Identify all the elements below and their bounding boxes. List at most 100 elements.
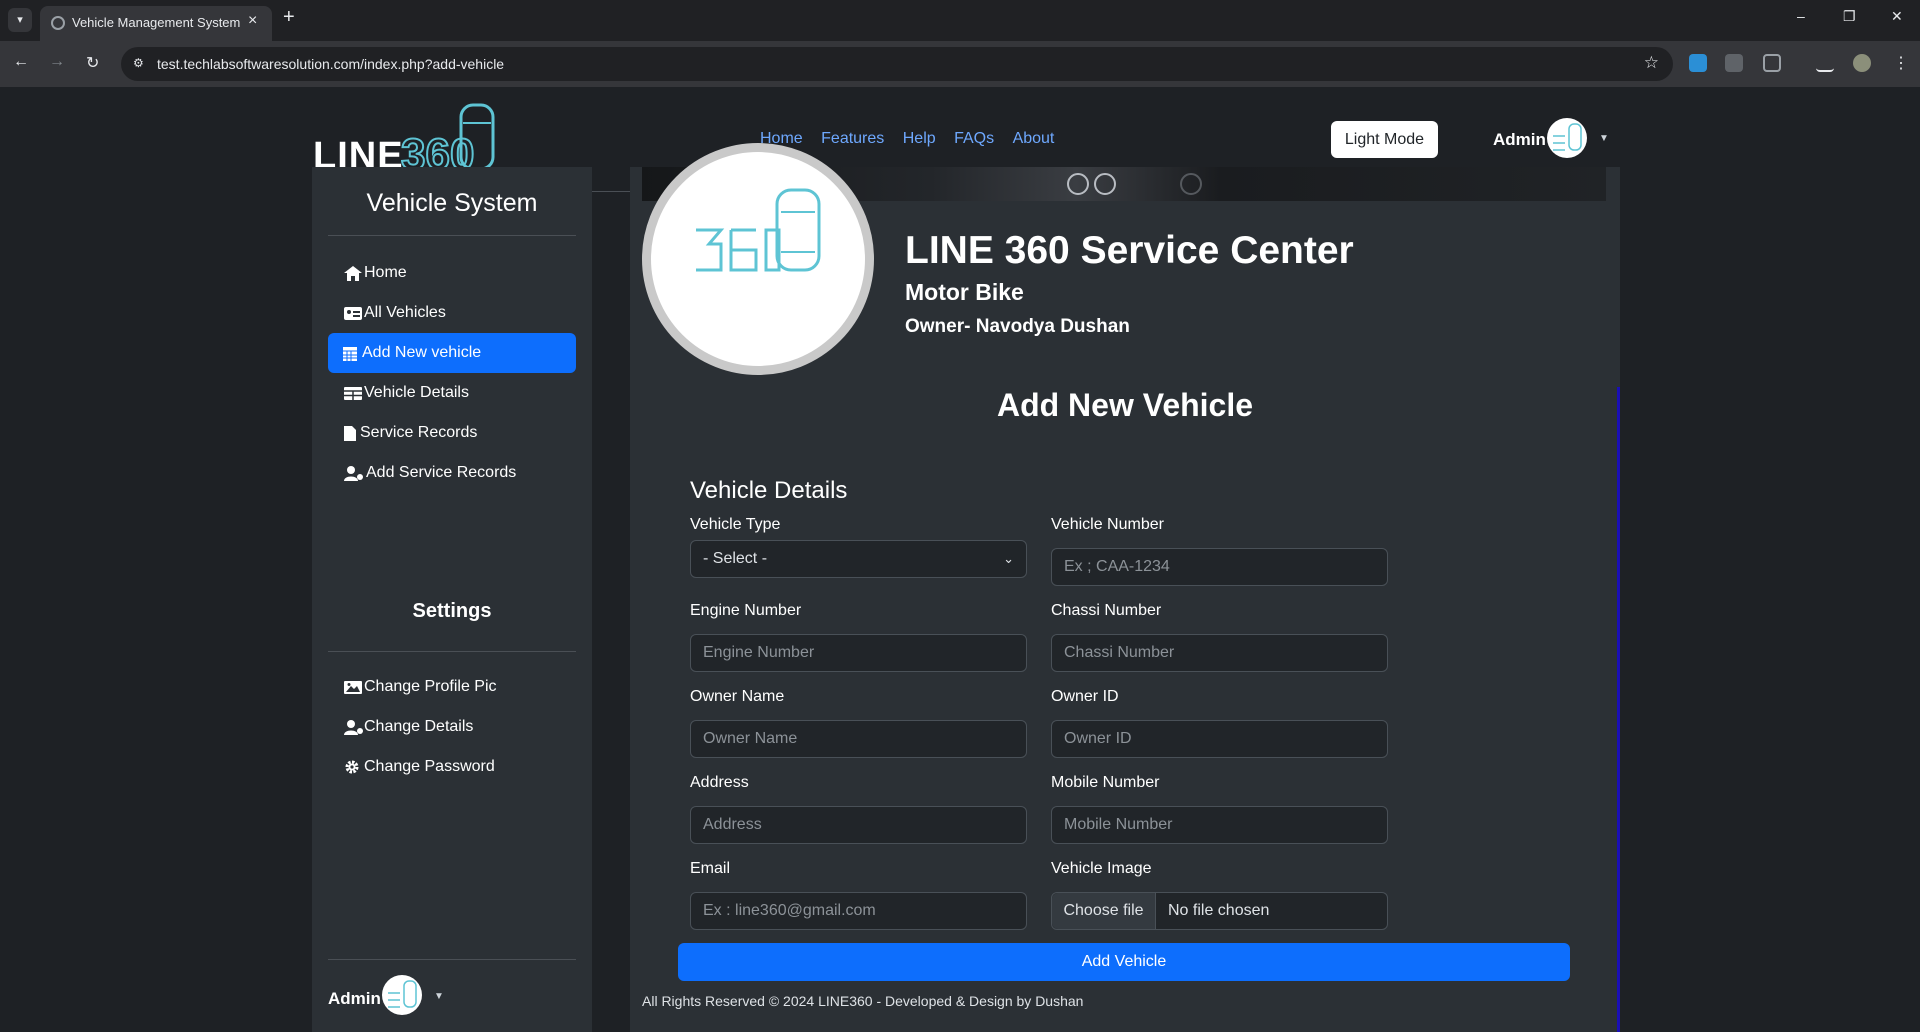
sidebar-item-add-service-records[interactable]: Add Service Records	[328, 453, 576, 493]
close-window-button[interactable]: ✕	[1891, 8, 1903, 25]
sidebar-item-vehicle-details[interactable]: Vehicle Details	[328, 373, 576, 413]
owner-name-input[interactable]: Owner Name	[690, 720, 1027, 758]
extension-icon[interactable]	[1689, 54, 1707, 72]
gear-icon	[345, 760, 359, 774]
engine-number-label: Engine Number	[690, 602, 802, 619]
sidebar-item-label: Home	[364, 264, 407, 281]
avatar-logo-icon	[388, 980, 417, 1008]
vehicle-number-input[interactable]: Ex ; CAA-1234	[1051, 548, 1388, 586]
minimize-button[interactable]: –	[1797, 8, 1805, 24]
puzzle-icon[interactable]	[1763, 54, 1781, 72]
back-button[interactable]: ←	[13, 53, 29, 71]
id-card-icon	[344, 307, 362, 320]
file-status: No file chosen	[1168, 902, 1270, 919]
nav-about[interactable]: About	[1013, 130, 1055, 147]
add-vehicle-button[interactable]: Add Vehicle	[678, 943, 1570, 981]
choose-file-button[interactable]: Choose file	[1052, 893, 1156, 929]
profile-avatar[interactable]	[1853, 54, 1871, 72]
user-name: Admin	[1493, 130, 1546, 149]
headlight-shape	[1094, 173, 1116, 195]
profile-logo	[642, 143, 874, 375]
sidebar-title: Vehicle System	[366, 189, 538, 217]
sidebar-item-label: Add Service Records	[366, 464, 517, 481]
restore-button[interactable]: ❐	[1843, 8, 1856, 25]
light-mode-button[interactable]: Light Mode	[1331, 121, 1438, 158]
site-info-icon[interactable]: ⚙	[133, 56, 147, 70]
address-input[interactable]: Address	[690, 806, 1027, 844]
mobile-number-input[interactable]: Mobile Number	[1051, 806, 1388, 844]
footer-text: All Rights Reserved © 2024 LINE360 - Dev…	[642, 993, 1084, 1009]
sidebar-divider	[328, 235, 576, 236]
chevron-down-icon[interactable]: ▼	[434, 991, 444, 1002]
settings-divider	[328, 651, 576, 652]
sidebar-item-all-vehicles[interactable]: All Vehicles	[328, 293, 576, 333]
chassi-number-input[interactable]: Chassi Number	[1051, 634, 1388, 672]
page-title: Add New Vehicle	[996, 387, 1254, 423]
vehicle-image-label: Vehicle Image	[1051, 860, 1152, 877]
address-bar[interactable]: ⚙ test.techlabsoftwaresolution.com/index…	[121, 47, 1673, 81]
scroll-accent-bar	[1617, 387, 1620, 1032]
avatar-logo-icon	[1553, 123, 1582, 151]
sidebar-item-change-password[interactable]: Change Password	[328, 747, 576, 787]
sidebar-item-service-records[interactable]: Service Records	[328, 413, 576, 453]
mobile-number-label: Mobile Number	[1051, 774, 1160, 791]
center-name: LINE 360 Service Center	[905, 229, 1354, 272]
camera-extension-icon[interactable]	[1725, 54, 1743, 72]
browser-tab-bar: ▾ Vehicle Management System × + – ❐ ✕	[0, 0, 1920, 41]
sidebar-item-change-profile-pic[interactable]: Change Profile Pic	[328, 667, 576, 707]
chassi-number-label: Chassi Number	[1051, 602, 1162, 619]
table-icon	[344, 387, 362, 400]
browser-toolbar: ← → ↻ ⚙ test.techlabsoftwaresolution.com…	[0, 41, 1920, 87]
calendar-icon	[343, 347, 357, 361]
url-text[interactable]: test.techlabsoftwaresolution.com/index.p…	[157, 56, 504, 72]
home-icon	[344, 266, 362, 281]
owner-id-label: Owner ID	[1051, 688, 1119, 705]
owner-text: Owner- Navodya Dushan	[905, 316, 1130, 337]
browser-tab[interactable]: Vehicle Management System ×	[40, 6, 272, 41]
main-content: LINE 360 Service Center Motor Bike Owner…	[630, 143, 1620, 1032]
user-name: Admin	[328, 989, 381, 1008]
sidebar-item-label: Add New vehicle	[362, 344, 482, 361]
browser-menu-icon[interactable]: ⋮	[1893, 53, 1909, 73]
sidebar-item-label: All Vehicles	[364, 304, 446, 321]
email-input[interactable]: Ex : line360@gmail.com	[690, 892, 1027, 930]
engine-number-input[interactable]: Engine Number	[690, 634, 1027, 672]
vehicle-type-select[interactable]: - Select - ⌄	[690, 540, 1027, 578]
sidebar-item-add-new-vehicle[interactable]: Add New vehicle	[328, 333, 576, 373]
vehicle-type-text: Motor Bike	[905, 279, 1024, 305]
avatar[interactable]	[382, 975, 422, 1015]
headlight-shape	[1067, 173, 1089, 195]
top-nav: Home Features Help FAQs About	[760, 130, 1068, 148]
header-divider	[592, 191, 630, 192]
nav-help[interactable]: Help	[903, 130, 936, 147]
nav-faqs[interactable]: FAQs	[954, 130, 994, 147]
vehicle-image-file-input[interactable]: Choose file No file chosen	[1051, 892, 1388, 930]
sidebar-item-home[interactable]: Home	[328, 253, 576, 293]
address-label: Address	[690, 774, 749, 791]
sidebar-item-label: Vehicle Details	[364, 384, 469, 401]
new-tab-button[interactable]: +	[283, 6, 295, 29]
owner-id-input[interactable]: Owner ID	[1051, 720, 1388, 758]
chevron-down-icon[interactable]: ▼	[1599, 133, 1609, 144]
page: LINE 360 Home Features Help FAQs About L…	[0, 87, 1920, 1032]
tab-title: Vehicle Management System	[72, 15, 241, 30]
owner-name-label: Owner Name	[690, 688, 785, 705]
forward-button[interactable]: →	[49, 53, 65, 71]
tab-search-button[interactable]: ▾	[8, 8, 32, 32]
nav-features[interactable]: Features	[821, 130, 884, 147]
download-icon[interactable]	[1816, 54, 1834, 72]
select-value: - Select -	[703, 550, 768, 567]
globe-icon	[51, 16, 65, 30]
avatar[interactable]	[1547, 118, 1587, 158]
settings-heading: Settings	[412, 600, 492, 622]
image-icon	[344, 681, 362, 694]
line360-logo-icon: 360	[401, 103, 495, 173]
sidebar-item-change-details[interactable]: Change Details	[328, 707, 576, 747]
reload-button[interactable]: ↻	[86, 53, 99, 73]
vehicle-type-label: Vehicle Type	[690, 516, 781, 533]
sidebar-bottom-divider	[328, 959, 576, 960]
bookmark-star-icon[interactable]: ☆	[1644, 53, 1659, 73]
tab-close-icon[interactable]: ×	[248, 12, 257, 30]
vehicle-number-label: Vehicle Number	[1051, 516, 1164, 533]
sidebar-item-label: Service Records	[360, 424, 478, 441]
